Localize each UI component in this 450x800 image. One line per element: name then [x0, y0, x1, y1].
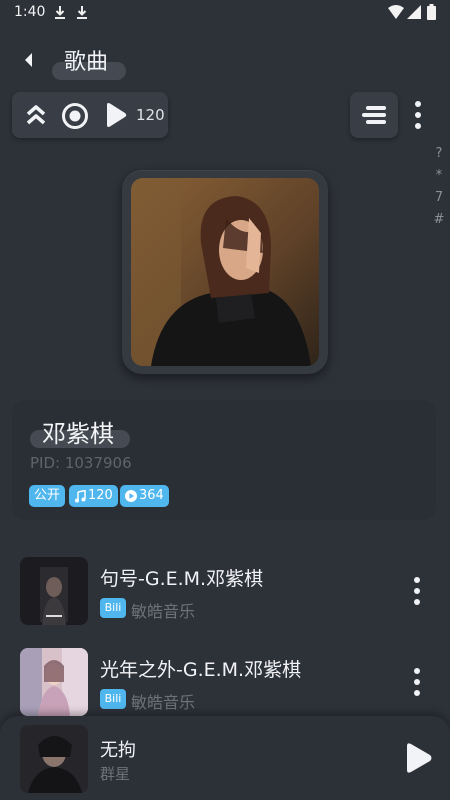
play-all-icon[interactable]: [104, 101, 128, 129]
play-count: 120: [136, 106, 165, 124]
download-icon: [55, 6, 65, 19]
wifi-icon: [388, 5, 404, 19]
index-item[interactable]: ?: [432, 146, 446, 168]
more-options-icon[interactable]: [415, 101, 421, 129]
song-row[interactable]: 光年之外-G.E.M.邓紫棋 Bili 敏皓音乐: [0, 646, 450, 722]
artist-cover-image[interactable]: [131, 178, 319, 366]
list-menu-icon: [362, 106, 386, 124]
now-playing-title: 无拘: [100, 740, 136, 761]
song-title: 光年之外-G.E.M.邓紫棋: [100, 659, 302, 681]
song-count-badge: 120: [69, 485, 118, 507]
index-item[interactable]: #: [432, 212, 446, 234]
public-badge-label: 公开: [34, 488, 61, 503]
now-playing-artist: 群星: [100, 765, 131, 783]
cellular-signal-icon: [407, 5, 421, 19]
artist-name: 邓紫棋: [42, 420, 114, 448]
playlist-id: PID: 1037906: [30, 454, 132, 472]
status-bar: 1:40: [0, 0, 450, 26]
page-title: 歌曲: [64, 50, 109, 75]
play-circle-icon: [125, 490, 137, 502]
status-time: 1:40: [14, 4, 46, 20]
source-tag: Bili: [100, 689, 126, 709]
list-menu-button[interactable]: [350, 92, 398, 138]
total-plays: 364: [139, 488, 164, 503]
index-item[interactable]: *: [432, 168, 446, 190]
public-badge: 公开: [29, 485, 66, 507]
play-count-badge: 364: [120, 485, 169, 507]
locate-current-icon[interactable]: [61, 102, 89, 130]
music-note-icon: [75, 489, 86, 502]
index-item[interactable]: 7: [432, 190, 446, 212]
source-tag: Bili: [100, 598, 126, 618]
song-more-icon[interactable]: [414, 577, 420, 605]
song-artist: 敏皓音乐: [131, 693, 196, 712]
alphabet-index[interactable]: ? * 7 #: [432, 146, 446, 234]
now-playing-thumbnail: [20, 725, 88, 793]
song-thumbnail: [20, 557, 88, 625]
song-row[interactable]: 句号-G.E.M.邓紫棋 Bili 敏皓音乐: [0, 555, 450, 631]
song-title: 句号-G.E.M.邓紫棋: [100, 568, 264, 590]
download-icon: [77, 6, 87, 19]
battery-icon: [427, 4, 436, 20]
scroll-to-top-icon[interactable]: [24, 104, 48, 126]
song-thumbnail: [20, 648, 88, 716]
song-more-icon[interactable]: [414, 668, 420, 696]
back-arrow-icon[interactable]: [20, 48, 40, 72]
song-artist: 敏皓音乐: [131, 602, 196, 621]
mini-player-play-icon[interactable]: [404, 741, 434, 775]
song-count: 120: [88, 488, 113, 503]
